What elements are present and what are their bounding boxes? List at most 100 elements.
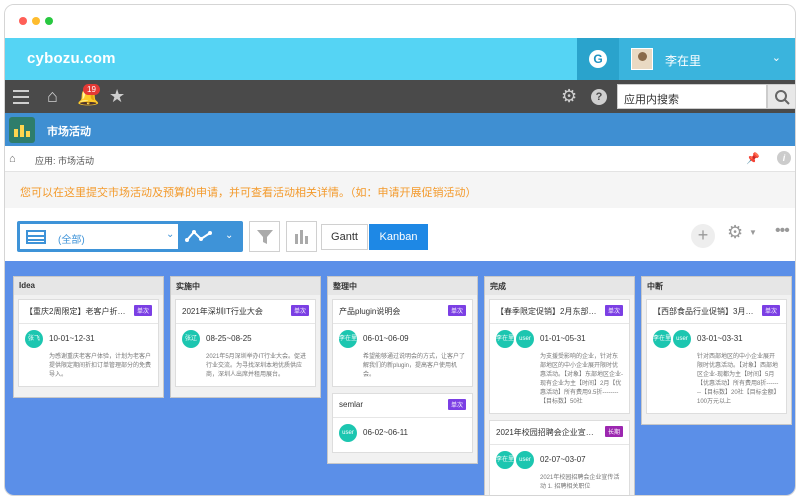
card-description: 针对西部地区的中小企业展开限时优惠活动。【对象】西部地区企业-现都为主【时间】5… xyxy=(697,354,780,405)
description-text: 您可以在这里提交市场活动及预算的申请，并可查看活动相关详情。（如：申请开展促销活… xyxy=(20,187,477,199)
column-title: 完成 xyxy=(485,277,634,295)
kanban-card[interactable]: 【重庆2周限定】老客户折… 单次 张飞 10-01~12-31 为感谢重庆老客户… xyxy=(18,299,159,387)
kanban-column: 实施中 2021年深圳IT行业大会 单次 张辽 08-25~08-25 2021… xyxy=(170,276,321,398)
avatar: user xyxy=(516,451,534,469)
gear-icon[interactable]: ⚙ xyxy=(727,222,743,243)
star-icon[interactable]: ★ xyxy=(109,86,125,106)
avatar: user xyxy=(516,330,534,348)
plus-icon[interactable]: + xyxy=(691,224,715,248)
garoon-button[interactable]: G xyxy=(577,38,619,80)
view-toolbar: (全部) ⌄ ⌄ Gantt Kanban + ⚙ ▼ ••• xyxy=(5,208,795,261)
card-description: 2021年校园招聘会企业宣传活动 1. 招聘相关职位 xyxy=(540,475,620,490)
kanban-card[interactable]: semlar 单次 user 06-02~06-11 xyxy=(332,393,473,453)
kanban-card[interactable]: 【春季限定促销】2月东部… 单次 李在里 user 01-01~05-31 为支援… xyxy=(489,299,630,414)
avatar: 李在里 xyxy=(339,330,357,348)
garoon-icon: G xyxy=(589,50,607,68)
card-date: 03-01~03-31 xyxy=(697,334,743,343)
avatar: 李在里 xyxy=(496,451,514,469)
card-date: 06-01~06-09 xyxy=(363,334,409,343)
more-icon[interactable]: ••• xyxy=(775,222,790,240)
bar-chart-icon xyxy=(294,230,308,244)
avatar xyxy=(631,48,653,70)
user-menu[interactable]: G 李在里 ⌄ xyxy=(577,38,795,80)
help-icon[interactable]: ? xyxy=(591,89,607,105)
kanban-tab[interactable]: Kanban xyxy=(369,224,428,250)
chevron-down-icon[interactable]: ▼ xyxy=(749,228,757,237)
kanban-card[interactable]: 2021年深圳IT行业大会 单次 张辽 08-25~08-25 2021年5月深… xyxy=(175,299,316,387)
avatar: 张飞 xyxy=(25,330,43,348)
info-icon[interactable]: i xyxy=(777,151,791,165)
card-tag: 单次 xyxy=(604,305,623,316)
home-icon[interactable]: ⌂ xyxy=(47,86,58,106)
card-title[interactable]: semlar xyxy=(339,400,466,412)
card-title[interactable]: 【重庆2周限定】老客户折… xyxy=(25,306,152,318)
notification-count-badge: 19 xyxy=(83,84,100,95)
chart-button[interactable] xyxy=(286,221,317,252)
menu-icon[interactable] xyxy=(13,90,29,104)
card-tag: 单次 xyxy=(290,305,309,316)
view-name: (全部) xyxy=(58,235,85,246)
chevron-down-icon[interactable]: ⌄ xyxy=(225,230,233,241)
filter-icon xyxy=(256,230,273,244)
pin-icon[interactable]: 📌 xyxy=(746,152,760,165)
graph-icon[interactable] xyxy=(185,229,213,246)
app-icon xyxy=(9,117,35,143)
card-description: 希望能够通过说明会的方式，让客户了解我们的新plugin，提高客户使用机会。 xyxy=(363,354,466,378)
home-icon[interactable]: ⌂ xyxy=(9,153,16,165)
avatar: 李在里 xyxy=(653,330,671,348)
close-window-button[interactable] xyxy=(19,17,27,25)
filter-button[interactable] xyxy=(249,221,280,252)
chevron-down-icon[interactable]: ⌄ xyxy=(772,51,781,64)
gear-icon[interactable]: ⚙ xyxy=(561,86,577,106)
app-title[interactable]: 市场活动 xyxy=(47,123,91,139)
card-tag: 单次 xyxy=(133,305,152,316)
card-description: 为支援受影响的企业，针对东部地区的中小企业展开限时优惠活动。【对象】东部地区企业… xyxy=(540,354,623,405)
card-tag: 长期 xyxy=(604,426,623,437)
brand-header: cybozu.com G 李在里 ⌄ xyxy=(5,38,795,80)
card-tag: 单次 xyxy=(761,305,780,316)
kanban-card[interactable]: 产品plugin说明会 单次 李在里 06-01~06-09 希望能够通过说明会… xyxy=(332,299,473,387)
brand-logo[interactable]: cybozu.com xyxy=(27,50,116,67)
kanban-column: 整理中 产品plugin说明会 单次 李在里 06-01~06-09 希望能够通… xyxy=(327,276,478,464)
avatar: user xyxy=(673,330,691,348)
avatar: 李在里 xyxy=(496,330,514,348)
search-icon xyxy=(775,90,790,105)
kanban-column: 中断 【西部食品行业促销】3月… 单次 李在里 user 03-01~03-31 … xyxy=(641,276,792,425)
kanban-card[interactable]: 【西部食品行业促销】3月… 单次 李在里 user 03-01~03-31 针对西… xyxy=(646,299,787,414)
kanban-column: 完成 【春季限定促销】2月东部… 单次 李在里 user 01-01~05-31 … xyxy=(484,276,635,495)
column-title: 整理中 xyxy=(328,277,477,295)
card-description: 2021年5月深圳举办IT行业大会。促进行业交流。为寻找深圳本地优质供应商，深圳… xyxy=(206,354,307,378)
kanban-column: Idea 【重庆2周限定】老客户折… 单次 张飞 10-01~12-31 为感谢… xyxy=(13,276,164,398)
card-title[interactable]: 2021年深圳IT行业大会 xyxy=(182,306,309,318)
card-date: 02-07~03-07 xyxy=(540,455,586,464)
card-title[interactable]: 【西部食品行业促销】3月… xyxy=(653,306,780,318)
maximize-window-button[interactable] xyxy=(45,17,53,25)
card-description: 为感谢重庆老客户体验，计划为老客户提供限定期间折扣订单管理部分的免费导入。 xyxy=(49,354,152,378)
browser-window: cybozu.com G 李在里 ⌄ ⌂ 🔔 19 ★ ⚙ ? 应用内搜索 市场… xyxy=(4,4,796,496)
minimize-window-button[interactable] xyxy=(32,17,40,25)
breadcrumb-app[interactable]: 应用: 市场活动 xyxy=(35,154,94,167)
kanban-board: Idea 【重庆2周限定】老客户折… 单次 张飞 10-01~12-31 为感谢… xyxy=(5,261,795,495)
gantt-tab[interactable]: Gantt xyxy=(321,224,368,250)
view-dropdown[interactable]: (全部) ⌄ xyxy=(20,224,178,249)
card-title[interactable]: 2021年校园招聘会企业宣… xyxy=(496,427,623,439)
app-description: 您可以在这里提交市场活动及预算的申请，并可查看活动相关详情。（如：申请开展促销活… xyxy=(5,172,795,208)
card-date: 10-01~12-31 xyxy=(49,334,95,343)
avatar: 张辽 xyxy=(182,330,200,348)
search-button[interactable] xyxy=(767,84,795,109)
column-title: 中断 xyxy=(642,277,791,295)
card-title[interactable]: 【春季限定促销】2月东部… xyxy=(496,306,623,318)
kanban-card[interactable]: 2021年校园招聘会企业宣… 长期 李在里 user 02-07~03-07 20… xyxy=(489,420,630,495)
avatar: user xyxy=(339,424,357,442)
card-date: 08-25~08-25 xyxy=(206,334,252,343)
column-title: 实施中 xyxy=(171,277,320,295)
card-title[interactable]: 产品plugin说明会 xyxy=(339,306,466,318)
card-tag: 单次 xyxy=(447,305,466,316)
user-name: 李在里 xyxy=(665,54,702,68)
app-search-input[interactable]: 应用内搜索 xyxy=(617,84,767,109)
card-date: 01-01~05-31 xyxy=(540,334,586,343)
view-selector[interactable]: (全部) ⌄ ⌄ xyxy=(17,221,243,252)
app-header: 市场活动 xyxy=(5,113,795,146)
chevron-down-icon: ⌄ xyxy=(166,229,175,240)
breadcrumb: ⌂ 应用: 市场活动 📌 i xyxy=(5,146,795,172)
